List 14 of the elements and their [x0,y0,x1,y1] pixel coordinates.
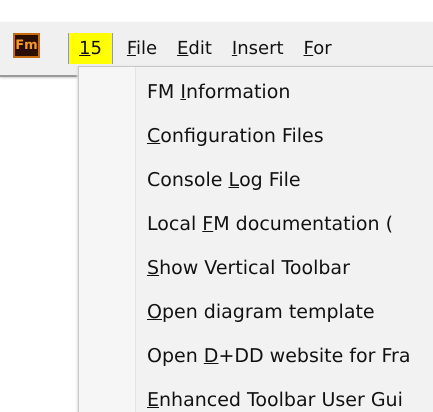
menu-item[interactable]: Edit [167,33,222,64]
menu-entry[interactable]: Local FM documentation ( [147,202,410,246]
app-logo: Fm [13,33,40,58]
menu-entry[interactable]: Open D+DD website for Fra [147,334,410,378]
menu-entry[interactable]: Show Vertical Toolbar [147,246,410,290]
menu-entry[interactable]: Open diagram template [147,290,410,334]
menu-item[interactable]: Insert [222,33,294,64]
menu-entry[interactable]: Console Log File [147,158,410,202]
menu-entry[interactable]: FM Information [147,70,410,114]
menu-item[interactable]: 15 [68,33,113,64]
menu-item[interactable]: For [294,33,342,64]
menu-item[interactable]: File [116,33,168,64]
menu-entry[interactable]: Configuration Files [147,114,410,158]
menu-entry[interactable]: Enhanced Toolbar User Gui [147,378,410,412]
